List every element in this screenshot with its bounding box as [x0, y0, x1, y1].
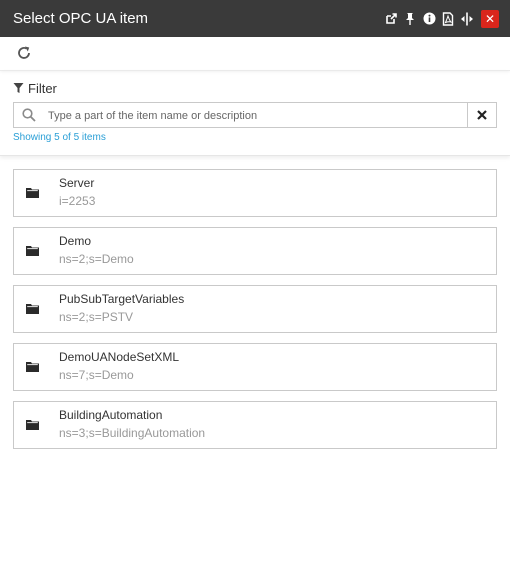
result-count: Showing 5 of 5 items: [13, 132, 106, 143]
folder-icon: [26, 188, 39, 198]
folder-icon: [26, 420, 39, 430]
item-name: Demo: [59, 234, 92, 248]
resize-icon[interactable]: [458, 10, 476, 28]
item-description: ns=3;s=BuildingAutomation: [59, 426, 206, 440]
folder-icon: [26, 246, 39, 256]
list-item[interactable]: DemoUANodeSetXML ns=7;s=Demo: [13, 343, 497, 391]
pdf-icon[interactable]: [439, 10, 457, 28]
refresh-button[interactable]: [16, 45, 34, 63]
item-list: Server i=2253 Demo ns=2;s=Demo PubSubTar…: [13, 169, 497, 459]
item-description: ns=2;s=PSTV: [59, 310, 134, 324]
list-item[interactable]: PubSubTargetVariables ns=2;s=PSTV: [13, 285, 497, 333]
filter-label: Filter: [28, 80, 57, 96]
titlebar-actions: ✕: [381, 9, 499, 28]
filter-panel: Filter Showing 5 of 5 items: [0, 71, 510, 156]
close-button[interactable]: ✕: [481, 9, 499, 28]
window-title: Select OPC UA item: [13, 10, 149, 27]
search-input[interactable]: [46, 105, 465, 127]
list-item[interactable]: Demo ns=2;s=Demo: [13, 227, 497, 275]
item-description: i=2253: [59, 194, 96, 208]
folder-icon: [26, 362, 39, 372]
pin-icon[interactable]: [401, 10, 419, 28]
filter-icon: [13, 83, 24, 93]
search-box: [13, 102, 468, 128]
item-description: ns=7;s=Demo: [59, 368, 134, 382]
item-name: Server: [59, 176, 95, 190]
list-item[interactable]: BuildingAutomation ns=3;s=BuildingAutoma…: [13, 401, 497, 449]
toolbar: [0, 37, 510, 71]
list-item[interactable]: Server i=2253: [13, 169, 497, 217]
clear-icon: [477, 110, 487, 120]
refresh-icon: [18, 46, 30, 59]
filter-header: Filter: [13, 80, 57, 96]
item-name: DemoUANodeSetXML: [59, 350, 180, 364]
search-icon: [22, 108, 36, 122]
folder-icon: [26, 304, 39, 314]
item-name: PubSubTargetVariables: [59, 292, 185, 306]
item-name: BuildingAutomation: [59, 408, 163, 422]
window-titlebar: Select OPC UA item ✕: [0, 0, 510, 37]
popout-icon[interactable]: [382, 10, 400, 28]
info-icon[interactable]: [420, 10, 438, 28]
clear-filter-button[interactable]: [467, 102, 497, 128]
close-icon: ✕: [484, 11, 496, 26]
item-description: ns=2;s=Demo: [59, 252, 134, 266]
